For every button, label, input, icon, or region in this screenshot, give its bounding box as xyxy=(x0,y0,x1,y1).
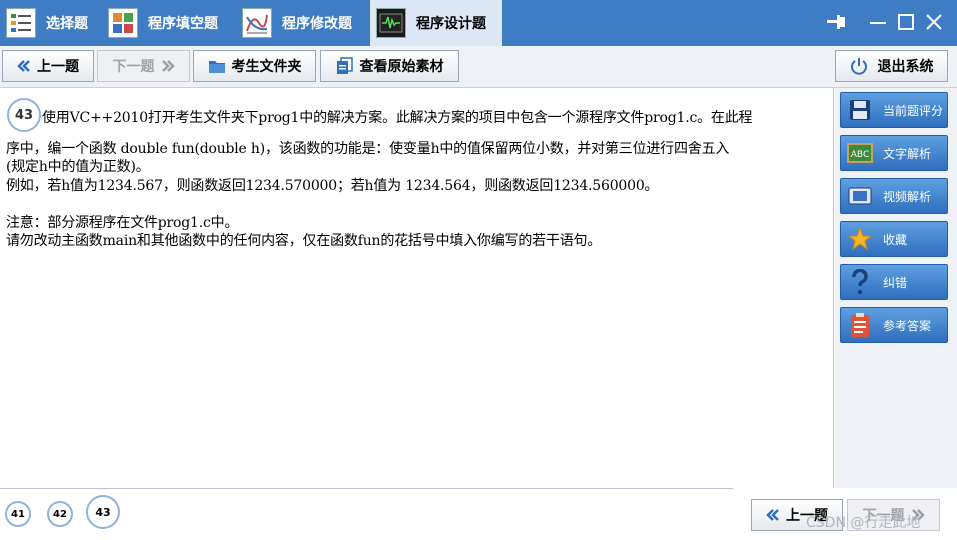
watermark: CSDN @行走此地 xyxy=(806,515,921,531)
abc-board-icon: ABC xyxy=(847,140,873,166)
grid-blocks-icon xyxy=(108,8,138,38)
next-label: 下一题 xyxy=(112,59,155,75)
pin-icon[interactable] xyxy=(824,10,848,34)
double-chevron-right-icon xyxy=(161,59,175,73)
tab-label: 程序填空题 xyxy=(148,16,218,32)
bottom-bar: 41 42 43 上一题 下一题 CSDN @行走此地 xyxy=(0,488,957,540)
report-error-button[interactable]: 纠错 xyxy=(840,264,948,300)
question-number-badge: 43 xyxy=(7,98,41,132)
question-text-line: 请勿改动主函数main和其他函数中的任何内容，仅在函数fun的花括号中填入你编写… xyxy=(6,233,602,249)
tab-choice[interactable]: 选择题 xyxy=(0,0,100,46)
exit-system-button[interactable]: 退出系统 xyxy=(835,50,948,82)
reference-answer-button[interactable]: 参考答案 xyxy=(840,307,948,343)
curve-chart-icon xyxy=(242,8,272,38)
side-panel: 当前题评分 ABC 文字解析 视频解析 收藏 纠错 参考答案 xyxy=(835,88,957,488)
exit-label: 退出系统 xyxy=(877,59,934,75)
prev-question-button[interactable]: 上一题 xyxy=(2,50,94,82)
material-label: 查看原始素材 xyxy=(359,59,444,75)
favorite-button[interactable]: 收藏 xyxy=(840,221,948,257)
oscilloscope-icon xyxy=(376,8,406,38)
side-button-label: 当前题评分 xyxy=(883,103,944,118)
student-folder-button[interactable]: 考生文件夹 xyxy=(193,50,316,82)
next-question-button[interactable]: 下一题 xyxy=(97,50,190,82)
question-mark-icon xyxy=(847,269,873,295)
svg-text:ABC: ABC xyxy=(851,150,869,160)
film-icon xyxy=(847,183,873,209)
star-icon xyxy=(847,226,873,252)
side-button-label: 参考答案 xyxy=(883,318,932,333)
question-text-line: (规定h中的值为正数)。 xyxy=(6,159,150,175)
view-material-button[interactable]: 查看原始素材 xyxy=(320,50,459,82)
floppy-disk-icon xyxy=(847,97,873,123)
tab-fill-blank[interactable]: 程序填空题 xyxy=(104,0,234,46)
tab-label: 选择题 xyxy=(46,16,88,32)
question-text-line: 注意：部分源程序在文件prog1.c中。 xyxy=(6,215,239,231)
tab-design[interactable]: 程序设计题 xyxy=(370,0,502,46)
toolbar: 上一题 下一题 考生文件夹 查看原始素材 退出系统 xyxy=(0,46,957,88)
close-icon[interactable] xyxy=(922,10,946,34)
question-nav-43[interactable]: 43 xyxy=(86,495,120,529)
folder-icon xyxy=(208,58,226,74)
side-button-label: 收藏 xyxy=(883,232,908,247)
power-icon xyxy=(850,57,868,75)
text-analysis-button[interactable]: ABC 文字解析 xyxy=(840,135,948,171)
video-analysis-button[interactable]: 视频解析 xyxy=(840,178,948,214)
side-button-label: 纠错 xyxy=(883,275,908,290)
side-button-label: 视频解析 xyxy=(883,189,932,204)
question-text-line: 序中，编一个函数 double fun(double h)，该函数的功能是：使变… xyxy=(6,141,730,157)
clipboard-icon xyxy=(847,312,873,338)
divider xyxy=(0,488,733,489)
tab-label: 程序设计题 xyxy=(416,16,486,32)
checklist-icon xyxy=(6,8,36,38)
grade-current-button[interactable]: 当前题评分 xyxy=(840,92,948,128)
question-text-line: 使用VC++2010打开考生文件夹下prog1中的解决方案。此解决方案的项目中包… xyxy=(42,110,753,126)
title-bar: 选择题 程序填空题 程序修改题 程序设计题 xyxy=(0,0,957,46)
minimize-icon[interactable] xyxy=(866,10,890,34)
question-text-line: 例如，若h值为1234.567，则函数返回1234.570000；若h值为 12… xyxy=(6,178,659,194)
tab-label: 程序修改题 xyxy=(282,16,352,32)
tab-modify[interactable]: 程序修改题 xyxy=(238,0,368,46)
double-chevron-left-icon xyxy=(17,59,31,73)
maximize-icon[interactable] xyxy=(894,10,918,34)
prev-label: 上一题 xyxy=(37,59,79,75)
question-nav-42[interactable]: 42 xyxy=(47,501,73,527)
question-nav-41[interactable]: 41 xyxy=(5,501,31,527)
double-chevron-left-icon xyxy=(766,508,780,522)
folder-label: 考生文件夹 xyxy=(231,59,302,75)
side-button-label: 文字解析 xyxy=(883,146,932,161)
document-copy-icon xyxy=(336,57,354,75)
